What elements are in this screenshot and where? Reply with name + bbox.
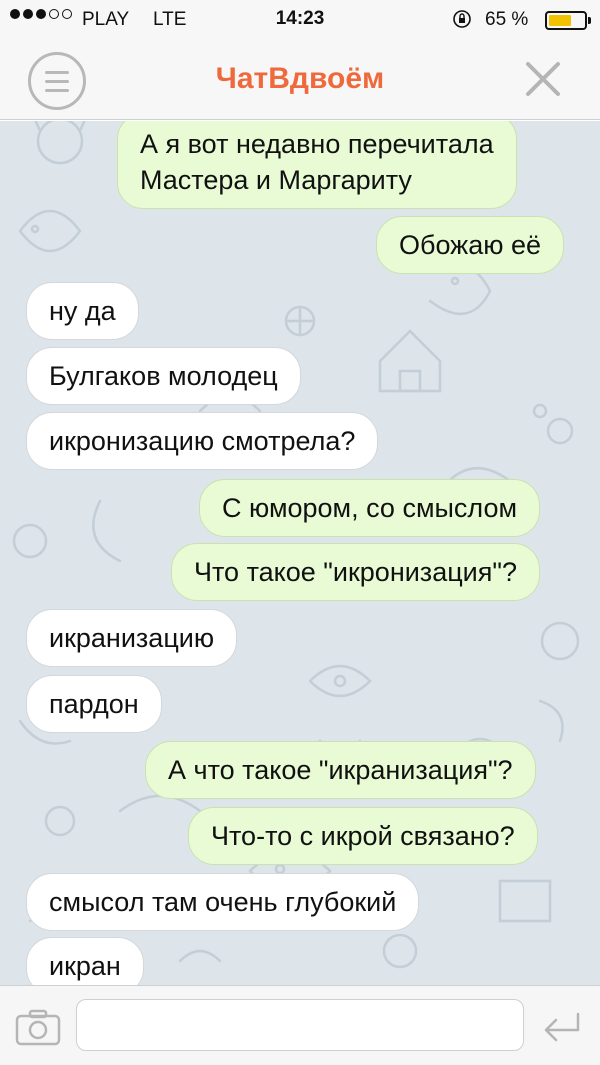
chat-area[interactable]: А я вот недавно перечитала Мастера и Мар… <box>0 121 600 985</box>
message-incoming[interactable]: пардон <box>26 675 162 733</box>
message-line: А я вот недавно перечитала <box>140 129 494 159</box>
message-incoming[interactable]: ну да <box>26 282 139 340</box>
app-title: ЧатВдвоём <box>215 62 385 95</box>
message-outgoing[interactable]: А я вот недавно перечитала Мастера и Мар… <box>117 121 517 209</box>
message-incoming[interactable]: икранизацию <box>26 609 238 667</box>
message-incoming[interactable]: икронизацию смотрела? <box>26 412 379 470</box>
rotation-lock-icon <box>452 9 472 34</box>
camera-icon[interactable] <box>14 1008 62 1048</box>
message-outgoing[interactable]: Что-то с икрой связано? <box>188 807 538 865</box>
message-line: Мастера и Маргариту <box>140 165 412 195</box>
status-bar: PLAY LTE 14:23 65 % <box>0 0 600 40</box>
message-incoming[interactable]: смысол там очень глубокий <box>26 873 420 931</box>
message-outgoing[interactable]: Что такое "икронизация"? <box>171 543 540 601</box>
message-input[interactable] <box>76 999 524 1051</box>
close-icon[interactable] <box>520 56 566 102</box>
battery-percent: 65 % <box>485 9 529 30</box>
battery-icon <box>545 11 591 30</box>
message-outgoing[interactable]: С юмором, со смыслом <box>199 479 541 537</box>
send-icon[interactable] <box>538 1008 586 1048</box>
input-bar <box>0 985 600 1065</box>
message-incoming[interactable]: икран <box>26 937 144 985</box>
app-header: ЧатВдвоём <box>0 40 600 120</box>
message-outgoing[interactable]: А что такое "икранизация"? <box>145 741 536 799</box>
message-outgoing[interactable]: Обожаю её <box>376 216 565 274</box>
message-incoming[interactable]: Булгаков молодец <box>26 347 301 405</box>
